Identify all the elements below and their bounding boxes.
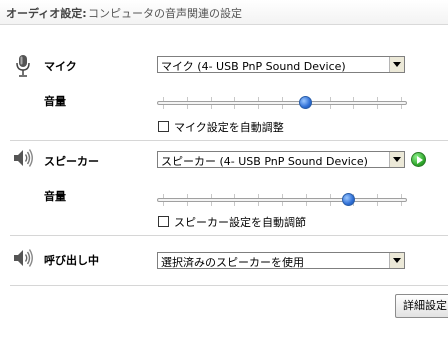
slider-track [157,101,407,105]
slider-thumb[interactable] [299,96,312,109]
chevron-down-icon[interactable] [389,152,404,167]
divider [10,235,448,236]
speaker-volume-label: 音量 [44,190,66,203]
microphone-volume-slider[interactable] [157,95,407,111]
microphone-auto-adjust-checkbox[interactable] [158,121,169,132]
speaker-auto-adjust-checkbox[interactable] [158,216,169,227]
speaker-label: スピーカー [44,155,99,168]
ringing-device-value: 選択済みのスピーカーを使用 [161,256,304,269]
ringing-device-select[interactable]: 選択済みのスピーカーを使用 [157,252,405,269]
slider-thumb[interactable] [342,193,355,206]
footer-area [0,326,448,339]
microphone-volume-label: 音量 [44,95,66,108]
advanced-settings-button[interactable]: 詳細設定 [395,294,448,318]
speaker-auto-adjust-label[interactable]: スピーカー設定を自動調節 [174,214,306,230]
speaker-device-select[interactable]: スピーカー (4- USB PnP Sound Device) [157,151,405,168]
header-bar: オーディオ設定: コンピュータの音声関連の設定 [0,0,448,25]
play-icon[interactable] [411,152,426,167]
chevron-down-icon[interactable] [389,253,404,268]
header-title: オーディオ設定: [6,7,87,20]
divider [10,285,448,286]
speaker-icon [12,147,34,169]
chevron-down-icon[interactable] [389,57,404,72]
slider-track [157,198,407,202]
microphone-label: マイク [44,60,77,73]
microphone-auto-adjust-label[interactable]: マイク設定を自動調整 [174,119,284,135]
microphone-icon [12,54,34,77]
divider [10,140,448,141]
ringing-speaker-icon [12,247,34,269]
microphone-device-select[interactable]: マイク (4- USB PnP Sound Device) [157,56,405,73]
header-description: コンピュータの音声関連の設定 [88,7,242,20]
ringing-label: 呼び出し中 [44,254,99,267]
speaker-device-value: スピーカー (4- USB PnP Sound Device) [161,155,368,168]
microphone-device-value: マイク (4- USB PnP Sound Device) [161,60,346,73]
speaker-volume-slider[interactable] [157,192,407,208]
